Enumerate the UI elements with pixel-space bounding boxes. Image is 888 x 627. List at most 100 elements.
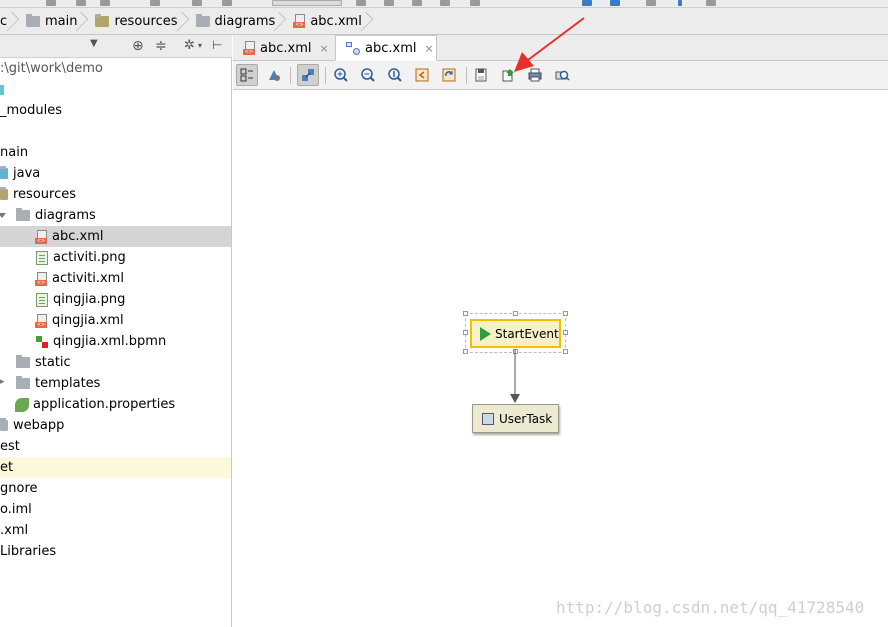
tree-row-gitignore[interactable]: gnore <box>0 478 231 499</box>
breadcrumb-item-abc-xml[interactable]: <> abc.xml <box>281 8 367 35</box>
pin-icon[interactable]: ⊢ <box>212 38 222 52</box>
structure-toggle-icon[interactable] <box>236 64 258 86</box>
image-file-icon <box>36 250 48 265</box>
tree-row-label: .xml <box>0 523 29 538</box>
zoom-out-icon[interactable] <box>357 64 379 86</box>
tree-row-iml[interactable]: o.iml <box>0 499 231 520</box>
toolbar-icon[interactable] <box>356 0 366 6</box>
toolbar-icon[interactable] <box>46 0 56 6</box>
zoom-actual-icon[interactable] <box>384 64 406 86</box>
xml-file-icon: <> <box>35 271 48 286</box>
refresh-layout-icon[interactable] <box>438 64 460 86</box>
resize-handle[interactable] <box>463 349 468 354</box>
tree-row-label: qingjia.xml <box>52 313 124 328</box>
tab-abc-xml-text[interactable]: <> abc.xml × <box>233 35 335 61</box>
tree-row-static[interactable]: static <box>0 352 231 373</box>
tree-row-label: Libraries <box>0 544 57 559</box>
resize-handle[interactable] <box>563 330 568 335</box>
toolbar-icon[interactable] <box>76 0 86 6</box>
resource-folder-icon <box>95 13 110 27</box>
resize-handle[interactable] <box>463 330 468 335</box>
breadcrumb-item-resources[interactable]: resources <box>83 8 183 35</box>
tree-row-label: gnore <box>0 481 38 496</box>
tree-row-abc-xml[interactable]: <> abc.xml <box>0 226 231 247</box>
run-config-combo[interactable] <box>272 0 342 6</box>
breadcrumb-label: resources <box>114 13 178 29</box>
toolbar-icon[interactable] <box>440 0 450 6</box>
expand-arrow-icon[interactable] <box>0 213 6 218</box>
tree-row[interactable] <box>0 79 231 100</box>
toolbar-icon[interactable] <box>192 0 202 6</box>
watermark: http://blog.csdn.net/qq_41728540 <box>556 598 865 617</box>
tree-row-target[interactable]: et <box>0 457 231 478</box>
tree-row-diagrams[interactable]: diagrams <box>0 205 231 226</box>
tree-row-external-libraries[interactable]: Libraries <box>0 541 231 562</box>
tree-row-activiti-png[interactable]: activiti.png <box>0 247 231 268</box>
tab-label: abc.xml <box>260 40 312 56</box>
toolbar-icon[interactable] <box>678 0 682 6</box>
resize-handle[interactable] <box>513 311 518 316</box>
breadcrumb-item-main[interactable]: main <box>14 8 83 35</box>
layout-icon[interactable] <box>263 64 285 86</box>
folder-icon <box>195 13 210 27</box>
toolbar-icon[interactable] <box>610 0 620 6</box>
split-icon[interactable]: ≑ <box>155 38 167 54</box>
tree-row-qingjia-bpmn[interactable]: qingjia.xml.bpmn <box>0 331 231 352</box>
tree-row-main[interactable]: nain <box>0 142 231 163</box>
toolbar-icon[interactable] <box>706 0 716 6</box>
zoom-in-icon[interactable] <box>330 64 352 86</box>
task-icon <box>482 412 494 425</box>
sequence-flow-arrow[interactable] <box>508 349 522 405</box>
toolbar-icon[interactable] <box>470 0 480 6</box>
toolbar-icon[interactable] <box>384 0 394 6</box>
tree-row-test[interactable]: est <box>0 436 231 457</box>
resize-handle[interactable] <box>563 311 568 316</box>
xml-file-icon: <> <box>293 14 306 28</box>
user-task-node[interactable]: UserTask <box>472 404 559 433</box>
project-panel-header: ▼ ⊕ ≑ ✲ ▾ ⊢ <box>0 35 232 58</box>
select-mode-icon[interactable] <box>297 64 319 86</box>
toolbar-icon[interactable] <box>100 0 110 6</box>
tree-row-resources[interactable]: resources <box>0 184 231 205</box>
tree-row-qingjia-png[interactable]: qingjia.png <box>0 289 231 310</box>
chevron-down-icon[interactable]: ▼ <box>90 38 98 49</box>
breadcrumb-label: main <box>45 13 78 29</box>
tree-row-root[interactable]: :\git\work\demo <box>0 58 231 79</box>
toolbar-icon[interactable] <box>646 0 656 6</box>
save-icon[interactable] <box>470 64 492 86</box>
tree-row-label: est <box>0 439 20 454</box>
breadcrumb-item-diagrams[interactable]: diagrams <box>184 8 282 35</box>
toolbar-icon[interactable] <box>412 0 422 6</box>
toolbar-icon[interactable] <box>582 0 592 6</box>
target-icon[interactable]: ⊕ <box>132 38 144 54</box>
tree-row-pom-xml[interactable]: .xml <box>0 520 231 541</box>
gear-icon[interactable]: ✲ <box>184 38 195 53</box>
tree-row-label: diagrams <box>35 208 96 223</box>
tree-row-label: et <box>0 460 14 475</box>
close-icon[interactable]: × <box>319 42 328 55</box>
collapse-arrow-icon[interactable]: ▸ <box>0 377 5 387</box>
tree-row-application-properties[interactable]: application.properties <box>0 394 231 415</box>
start-event-node[interactable]: StartEvent <box>470 319 561 348</box>
tree-row-templates[interactable]: ▸ templates <box>0 373 231 394</box>
breadcrumb-label: c <box>0 13 8 29</box>
close-icon[interactable]: × <box>424 42 433 55</box>
tree-row[interactable] <box>0 121 231 142</box>
resize-handle[interactable] <box>463 311 468 316</box>
resource-folder-icon <box>0 187 8 200</box>
tree-row-webapp[interactable]: webapp <box>0 415 231 436</box>
tab-abc-xml-designer[interactable]: abc.xml × <box>335 35 437 61</box>
user-task-label: UserTask <box>499 411 553 426</box>
tree-row-node-modules[interactable]: _modules <box>0 100 231 121</box>
gear-dropdown-icon[interactable]: ▾ <box>198 41 202 50</box>
breadcrumb-item[interactable]: c <box>0 8 14 35</box>
resize-handle[interactable] <box>563 349 568 354</box>
toolbar-icon[interactable] <box>150 0 160 6</box>
fit-content-icon[interactable] <box>411 64 433 86</box>
diagram-canvas[interactable] <box>233 90 888 627</box>
tree-row-java[interactable]: java <box>0 163 231 184</box>
tree-row-activiti-xml[interactable]: <> activiti.xml <box>0 268 231 289</box>
tree-row-qingjia-xml[interactable]: <> qingjia.xml <box>0 310 231 331</box>
toolbar-icon[interactable] <box>222 0 232 6</box>
folder-icon <box>0 84 4 95</box>
